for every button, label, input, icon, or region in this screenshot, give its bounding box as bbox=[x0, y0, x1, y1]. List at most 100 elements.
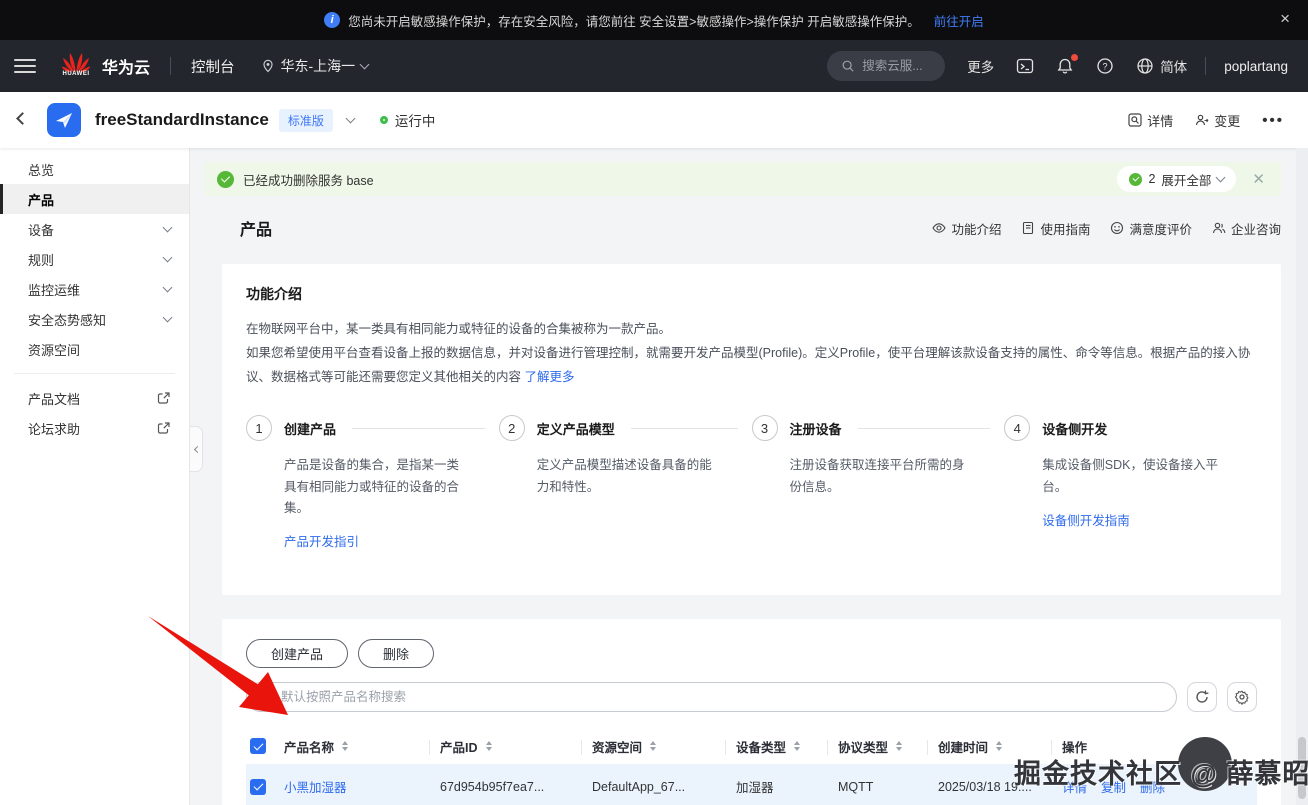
status-running-icon bbox=[379, 116, 388, 124]
cloud-search-input[interactable] bbox=[862, 59, 943, 73]
sidebar-item-rules[interactable]: 规则 bbox=[0, 244, 189, 274]
notifications-bell-icon[interactable] bbox=[1056, 54, 1079, 75]
column-header-space[interactable]: 资源空间 bbox=[592, 737, 736, 756]
row-checkbox[interactable] bbox=[250, 778, 266, 795]
guide-doc-icon bbox=[1023, 221, 1034, 235]
huawei-logo-text: HUAWEI bbox=[62, 71, 90, 77]
select-all-checkbox[interactable] bbox=[250, 738, 266, 754]
sort-icon[interactable] bbox=[996, 741, 1003, 751]
instance-more-button[interactable]: ••• bbox=[1262, 112, 1284, 129]
toast-expand-all[interactable]: 2 展开全部 bbox=[1117, 166, 1237, 192]
column-header-device-type[interactable]: 设备类型 bbox=[736, 737, 838, 756]
toast-count: 2 bbox=[1148, 172, 1156, 186]
info-icon: i bbox=[324, 12, 341, 28]
chevron-down-icon bbox=[359, 59, 370, 70]
sidebar-collapse-handle[interactable] bbox=[190, 426, 203, 472]
hamburger-menu-icon[interactable] bbox=[14, 55, 36, 77]
delete-button[interactable]: 删除 bbox=[358, 639, 435, 668]
product-search-box[interactable] bbox=[246, 682, 1177, 712]
product-name-link[interactable]: 小黑加湿器 bbox=[284, 777, 347, 796]
steps-row: 1 创建产品 产品是设备的集合，是指某一类具有相同能力或特征的设备的合集。 产品… bbox=[246, 415, 1257, 551]
brand-name: 华为云 bbox=[102, 60, 151, 77]
table-settings-button[interactable] bbox=[1227, 682, 1257, 712]
sidebar-item-overview[interactable]: 总览 bbox=[0, 154, 189, 184]
step-description: 产品是设备的集合，是指某一类具有相同能力或特征的设备的合集。 bbox=[284, 458, 460, 515]
step-number: 3 bbox=[751, 415, 778, 442]
instance-detail-button[interactable]: 详情 bbox=[1128, 111, 1173, 130]
banner-close-icon[interactable]: × bbox=[1280, 10, 1290, 27]
sort-icon[interactable] bbox=[342, 741, 349, 751]
sidebar-item-security-posture[interactable]: 安全态势感知 bbox=[0, 304, 189, 334]
banner-open-link[interactable]: 前往开启 bbox=[934, 11, 984, 30]
instance-change-button[interactable]: 变更 bbox=[1195, 111, 1240, 130]
sort-icon[interactable] bbox=[485, 741, 492, 751]
step-connector bbox=[857, 427, 991, 429]
cloud-search-box[interactable] bbox=[827, 51, 946, 81]
change-icon bbox=[1196, 114, 1209, 126]
learn-more-link[interactable]: 了解更多 bbox=[524, 370, 574, 384]
step-connector bbox=[352, 427, 485, 429]
product-id-cell: 67d954b95f7ea7... bbox=[440, 779, 545, 794]
instance-edition-badge: 标准版 bbox=[278, 108, 333, 132]
chevron-left-icon bbox=[193, 445, 201, 453]
column-header-name[interactable]: 产品名称 bbox=[284, 737, 440, 756]
step-create-product: 1 创建产品 产品是设备的集合，是指某一类具有相同能力或特征的设备的合集。 产品… bbox=[246, 415, 499, 551]
device-dev-guide-link[interactable]: 设备侧开发指南 bbox=[1042, 510, 1130, 529]
success-check-icon bbox=[217, 170, 234, 188]
refresh-button[interactable] bbox=[1187, 682, 1217, 712]
satisfaction-feedback-link[interactable]: 满意度评价 bbox=[1110, 219, 1192, 238]
toast-close-icon[interactable]: ✕ bbox=[1252, 170, 1265, 188]
sidebar-item-products[interactable]: 产品 bbox=[0, 184, 189, 214]
step-number: 2 bbox=[498, 415, 525, 442]
product-search-input[interactable] bbox=[281, 690, 1164, 704]
success-toast: 已经成功删除服务 base 2 展开全部 ✕ bbox=[205, 162, 1281, 196]
sidebar-item-forum-help[interactable]: 论坛求助 bbox=[0, 413, 189, 443]
instance-status: 运行中 bbox=[379, 110, 436, 130]
user-guide-link[interactable]: 使用指南 bbox=[1021, 219, 1090, 238]
step-description: 集成设备侧SDK，使设备接入平台。 bbox=[1042, 458, 1218, 494]
chevron-down-icon bbox=[162, 282, 173, 293]
feature-intro-card: 功能介绍 在物联网平台中，某一类具有相同能力或特征的设备的合集被称为一款产品。 … bbox=[222, 264, 1281, 595]
column-header-protocol[interactable]: 协议类型 bbox=[838, 737, 938, 756]
sensitive-op-banner: i 您尚未开启敏感操作保护，存在安全风险，请您前往 安全设置>敏感操作>操作保护… bbox=[0, 0, 1308, 40]
intro-paragraph-1: 在物联网平台中，某一类具有相同能力或特征的设备的合集被称为一款产品。 bbox=[246, 322, 672, 336]
sort-icon[interactable] bbox=[896, 741, 903, 751]
region-selector[interactable]: 华东-上海一 bbox=[261, 56, 370, 76]
sidebar-item-resource-spaces[interactable]: 资源空间 bbox=[0, 334, 189, 364]
toast-message: 已经成功删除服务 base bbox=[243, 173, 374, 188]
main-content: 已经成功删除服务 base 2 展开全部 ✕ 产品 功能介绍 使用指南 满意度评… bbox=[190, 148, 1308, 805]
sort-icon[interactable] bbox=[794, 741, 801, 751]
gear-icon bbox=[1234, 690, 1249, 705]
external-link-icon bbox=[157, 422, 170, 434]
scrollbar-track[interactable] bbox=[1296, 148, 1308, 805]
header-divider bbox=[1205, 57, 1207, 75]
device-type-cell: 加湿器 bbox=[736, 781, 774, 795]
sort-icon[interactable] bbox=[650, 741, 657, 751]
region-label: 华东-上海一 bbox=[280, 58, 356, 74]
cli-icon[interactable] bbox=[1016, 57, 1034, 75]
column-header-id[interactable]: 产品ID bbox=[440, 737, 592, 756]
detail-icon bbox=[1128, 113, 1142, 127]
enterprise-consult-link[interactable]: 企业咨询 bbox=[1212, 219, 1281, 238]
sidebar-item-monitoring[interactable]: 监控运维 bbox=[0, 274, 189, 304]
console-link[interactable]: 控制台 bbox=[191, 56, 235, 77]
page-title: 产品 bbox=[240, 222, 273, 239]
help-icon[interactable]: ? bbox=[1096, 57, 1114, 75]
step-device-dev: 4 设备侧开发 集成设备侧SDK，使设备接入平台。 设备侧开发指南 bbox=[1004, 415, 1257, 551]
language-switcher[interactable]: 简体 bbox=[1136, 56, 1187, 76]
intro-title: 功能介绍 bbox=[246, 286, 302, 302]
sidebar-divider bbox=[14, 373, 175, 374]
refresh-icon bbox=[1196, 690, 1209, 703]
sidebar-item-devices[interactable]: 设备 bbox=[0, 214, 189, 244]
instance-switch-chevron-icon[interactable] bbox=[345, 113, 356, 124]
red-arrow-annotation bbox=[148, 616, 288, 715]
username[interactable]: poplartang bbox=[1224, 59, 1288, 74]
more-menu[interactable]: 更多 bbox=[967, 56, 994, 76]
product-dev-guide-link[interactable]: 产品开发指引 bbox=[284, 531, 359, 550]
status-label: 运行中 bbox=[394, 114, 436, 129]
step-register-device: 3 注册设备 注册设备获取连接平台所需的身份信息。 bbox=[751, 415, 1005, 551]
back-button[interactable] bbox=[16, 112, 29, 125]
feature-intro-link[interactable]: 功能介绍 bbox=[932, 219, 1001, 238]
huawei-cloud-logo[interactable]: HUAWEI 华为云 bbox=[58, 51, 150, 81]
sidebar-item-product-docs[interactable]: 产品文档 bbox=[0, 383, 189, 413]
